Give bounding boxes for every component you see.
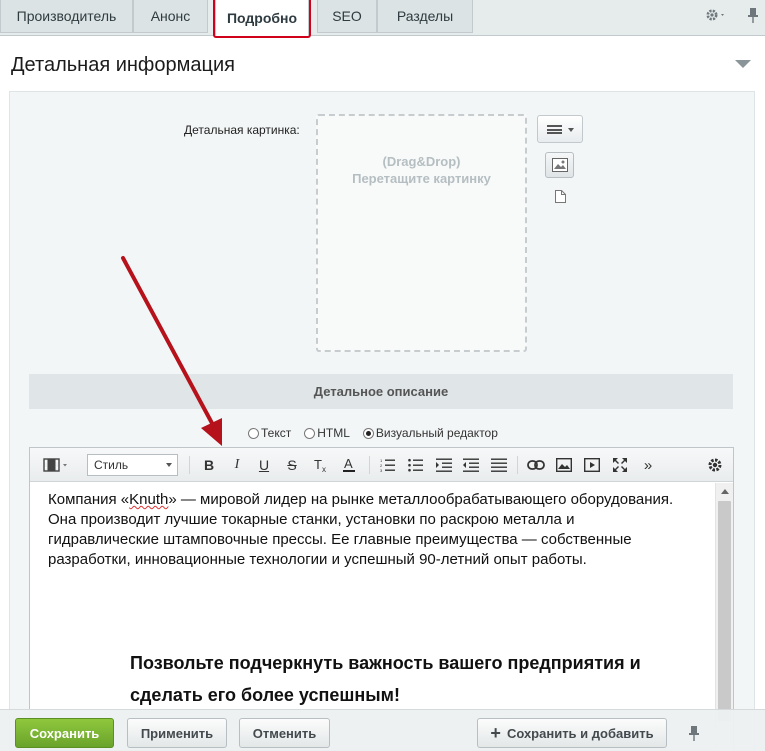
bold-icon[interactable]: B [200,455,218,475]
tab-label: SEO [332,8,362,24]
numbered-list-icon[interactable]: 123 [378,455,398,475]
image-preview-button[interactable] [545,152,574,178]
save-button[interactable]: Сохранить [15,718,114,748]
clear-format-icon[interactable]: Tx [311,455,331,475]
toolbar-divider [517,456,518,474]
tab-label: Анонс [150,8,191,24]
description-paragraph: Компания «Knuth» — мировой лидер на рынк… [48,490,688,570]
settings-icon[interactable] [705,455,725,475]
text-color-icon[interactable]: A [339,455,359,475]
plus-icon: + [490,722,501,743]
svg-text:A: A [344,456,353,471]
misspelled-word: Knuth [129,491,169,508]
film-icon[interactable] [42,455,70,475]
pin-icon[interactable] [688,724,700,747]
description-header-text: Детальное описание [313,384,449,399]
mode-text[interactable]: Текст [248,426,291,440]
tab-label: Подробно [226,9,298,26]
bullet-list-icon[interactable] [406,455,426,475]
svg-text:x: x [322,465,326,473]
style-select-value: Стиль [94,458,129,472]
paragraph-text: Компания « [48,491,130,508]
picture-dropzone[interactable]: (Drag&Drop) Перетащите картинку [316,114,527,352]
image-icon [552,158,568,172]
editor-toolbar: Стиль B I U S Tx A 123 » [30,448,733,482]
pin-icon[interactable] [747,6,759,29]
tab-seo[interactable]: SEO [317,0,377,33]
visual-editor: Стиль B I U S Tx A 123 » Компания «Knuth… [29,447,734,751]
toolbar-divider [189,456,190,474]
strikethrough-icon[interactable]: S [283,455,301,475]
section-title: Детальная информация [11,54,235,76]
tab-manufacturer[interactable]: Производитель [0,0,133,33]
menu-icon [547,125,562,134]
gear-icon[interactable] [704,6,728,29]
italic-icon[interactable]: I [228,455,246,475]
outdent-icon[interactable] [461,455,481,475]
file-icon[interactable] [555,190,566,208]
apply-button[interactable]: Применить [127,718,227,748]
fullscreen-icon[interactable] [610,455,630,475]
radio-selected-icon [362,427,374,439]
picture-label: Детальная картинка: [184,123,300,137]
description-header: Детальное описание [29,374,733,409]
mode-visual[interactable]: Визуальный редактор [362,426,498,440]
mode-label: Текст [261,426,292,440]
radio-icon [248,427,259,439]
svg-text:T: T [314,457,322,472]
svg-text:3: 3 [380,468,383,472]
toolbar-divider [369,456,370,474]
tab-label: Производитель [16,8,117,24]
chevron-down-icon [166,463,172,467]
style-select[interactable]: Стиль [87,454,178,476]
scroll-up-icon[interactable] [721,489,729,494]
tab-bar: Производитель Анонс Подробно SEO Разделы [0,0,765,38]
more-tools-icon[interactable]: » [638,455,658,475]
align-justify-icon[interactable] [489,455,509,475]
tab-details[interactable]: Подробно [215,0,309,36]
collapse-arrow-icon[interactable] [735,60,751,68]
video-icon[interactable] [582,455,602,475]
cancel-button[interactable]: Отменить [239,718,330,748]
tab-sections[interactable]: Разделы [377,0,473,33]
picture-menu-button[interactable] [537,115,583,143]
dropzone-hint: (Drag&Drop) [382,154,461,169]
save-and-add-label: Сохранить и добавить [506,725,654,741]
editor-mode-switch: Текст HTML Визуальный редактор [248,426,511,440]
save-and-add-button[interactable]: + Сохранить и добавить [477,718,667,748]
mode-label: HTML [317,426,350,440]
underline-icon[interactable]: U [255,455,273,475]
tab-label: Разделы [396,8,454,24]
tab-announce[interactable]: Анонс [133,0,208,33]
chevron-down-icon [568,128,574,132]
link-icon[interactable] [526,455,546,475]
indent-icon[interactable] [434,455,454,475]
description-heading: Позвольте подчеркнуть важность вашего пр… [130,653,641,705]
scroll-thumb[interactable] [718,501,731,721]
mode-html[interactable]: HTML [304,426,350,440]
mode-label: Визуальный редактор [375,426,498,440]
dropzone-hint-text: Перетащите картинку [352,171,491,186]
image-icon[interactable] [554,455,574,475]
radio-icon [304,427,316,439]
form-footer: Сохранить Применить Отменить + Сохранить … [0,709,765,751]
